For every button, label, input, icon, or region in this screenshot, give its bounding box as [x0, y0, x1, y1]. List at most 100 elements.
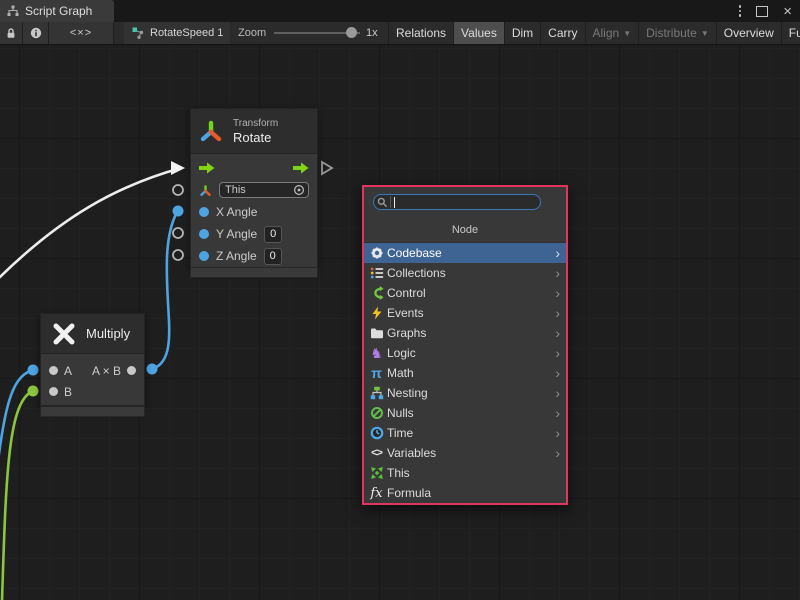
finder-item-graphs[interactable]: Graphs › [364, 323, 566, 343]
target-dot-icon[interactable] [293, 184, 305, 196]
submenu-chevron-icon: › [555, 246, 560, 260]
node-body: This X Angle Y Angle 0 [191, 154, 317, 270]
finder-item-variables[interactable]: <> Variables › [364, 443, 566, 463]
multiply-a-port-circle[interactable] [28, 365, 39, 376]
node-body: A A × B B [41, 354, 144, 405]
value-port-icon [199, 229, 209, 239]
finder-item-formula[interactable]: fx Formula [364, 483, 566, 503]
node-category: Transform [233, 117, 278, 130]
info-icon [30, 27, 42, 39]
finder-item-this[interactable]: This [364, 463, 566, 483]
submenu-chevron-icon: › [555, 286, 560, 300]
finder-item-math[interactable]: π Math › [364, 363, 566, 383]
finder-item-codebase[interactable]: Codebase › [364, 243, 566, 263]
finder-item-nulls[interactable]: Nulls › [364, 403, 566, 423]
toolbar-button-group: Relations Values Dim Carry Align▼ Distri… [388, 22, 800, 44]
submenu-chevron-icon: › [555, 306, 560, 320]
search-input[interactable] [373, 194, 541, 210]
transform-axes-icon [199, 184, 212, 197]
multiply-output-port-circle[interactable] [147, 364, 158, 375]
info-button[interactable] [23, 22, 49, 44]
finder-item-control[interactable]: Control › [364, 283, 566, 303]
align-dropdown[interactable]: Align▼ [585, 22, 639, 44]
fullscreen-button[interactable]: Full Screen [781, 22, 800, 44]
null-icon [369, 406, 384, 421]
submenu-chevron-icon: › [555, 266, 560, 280]
distribute-dropdown[interactable]: Distribute▼ [638, 22, 716, 44]
this-object-field[interactable]: This [219, 182, 309, 198]
node-transform-rotate[interactable]: Transform Rotate [190, 108, 318, 271]
xangle-port-row[interactable]: X Angle [191, 201, 317, 223]
tab-script-graph[interactable]: Script Graph [0, 0, 114, 22]
menu-dots-icon[interactable] [739, 5, 742, 17]
overview-button[interactable]: Overview [716, 22, 781, 44]
this-port-row: This [191, 179, 317, 201]
node-multiply[interactable]: Multiply A A × B B [40, 313, 145, 406]
values-button[interactable]: Values [453, 22, 504, 44]
graph-canvas[interactable]: Transform Rotate [0, 45, 800, 600]
pi-icon: π [369, 366, 384, 381]
flow-input-port-arrow[interactable] [171, 161, 185, 175]
finder-item-logic[interactable]: ♞ Logic › [364, 343, 566, 363]
finder-item-time[interactable]: Time › [364, 423, 566, 443]
value-port-icon [49, 366, 58, 375]
this-field-value: This [225, 184, 293, 196]
magnifier-box[interactable] [374, 196, 391, 208]
finder-item-nesting[interactable]: Nesting › [364, 383, 566, 403]
zangle-port-row[interactable]: Z Angle 0 [191, 245, 317, 267]
yangle-value-field[interactable]: 0 [264, 226, 282, 243]
value-port-icon [199, 251, 209, 261]
lock-button[interactable] [0, 22, 23, 44]
transform-axes-icon [198, 118, 224, 144]
text-cursor [394, 197, 395, 208]
node-header: Multiply [41, 314, 144, 354]
wire-blue-input-a[interactable] [0, 370, 33, 490]
multiply-x-icon [52, 322, 76, 346]
submenu-chevron-icon: › [555, 426, 560, 440]
maximize-icon[interactable] [756, 6, 768, 17]
relations-button[interactable]: Relations [388, 22, 453, 44]
node-fuzzy-finder: Node Codebase › [362, 185, 568, 505]
submenu-chevron-icon: › [555, 326, 560, 340]
node-header: Transform Rotate [191, 109, 317, 154]
multiply-a-row[interactable]: A A × B [41, 360, 144, 381]
submenu-chevron-icon: › [555, 346, 560, 360]
multiply-b-port-circle[interactable] [28, 386, 39, 397]
carry-button[interactable]: Carry [540, 22, 584, 44]
zoom-slider-handle[interactable] [346, 27, 357, 38]
chevron-down-icon: ▼ [623, 29, 631, 38]
submenu-chevron-icon: › [555, 366, 560, 380]
gear-icon [369, 246, 384, 261]
value-port-icon [199, 207, 209, 217]
bolt-icon [369, 306, 384, 321]
submenu-chevron-icon: › [555, 446, 560, 460]
sitemap-icon [369, 386, 384, 401]
knight-icon: ♞ [369, 346, 384, 361]
flow-out-arrow-icon[interactable] [293, 162, 309, 174]
yangle-port-row[interactable]: Y Angle 0 [191, 223, 317, 245]
xangle-port-circle[interactable] [173, 206, 184, 217]
flow-in-arrow-icon[interactable] [199, 162, 215, 174]
zangle-value-field[interactable]: 0 [264, 248, 282, 265]
folder-icon [369, 326, 384, 341]
code-angle-icon: <×> [70, 27, 92, 39]
yangle-port-circle[interactable] [173, 228, 183, 238]
finder-item-events[interactable]: Events › [364, 303, 566, 323]
wire-flow-white[interactable] [0, 168, 181, 289]
zangle-port-circle[interactable] [173, 250, 183, 260]
clock-icon [369, 426, 384, 441]
close-icon[interactable]: × [783, 4, 792, 19]
wire-green-input-b[interactable] [2, 391, 33, 600]
breadcrumb[interactable]: RotateSpeed 1 [124, 22, 230, 44]
dim-button[interactable]: Dim [504, 22, 540, 44]
branch-icon [369, 286, 384, 301]
multiply-output-label: A × B [92, 364, 121, 378]
code-view-button[interactable]: <×> [49, 22, 114, 44]
zoom-label: Zoom [238, 22, 266, 44]
finder-item-collections[interactable]: Collections › [364, 263, 566, 283]
this-port-circle[interactable] [173, 185, 183, 195]
multiply-b-row[interactable]: B [41, 381, 144, 402]
unity-visual-scripting-window: Script Graph × <×> [0, 0, 800, 600]
graph-toolbar: <×> RotateSpeed 1 Zoom 1x Relations Valu… [0, 22, 800, 45]
flow-output-port-arrow[interactable] [322, 162, 332, 174]
